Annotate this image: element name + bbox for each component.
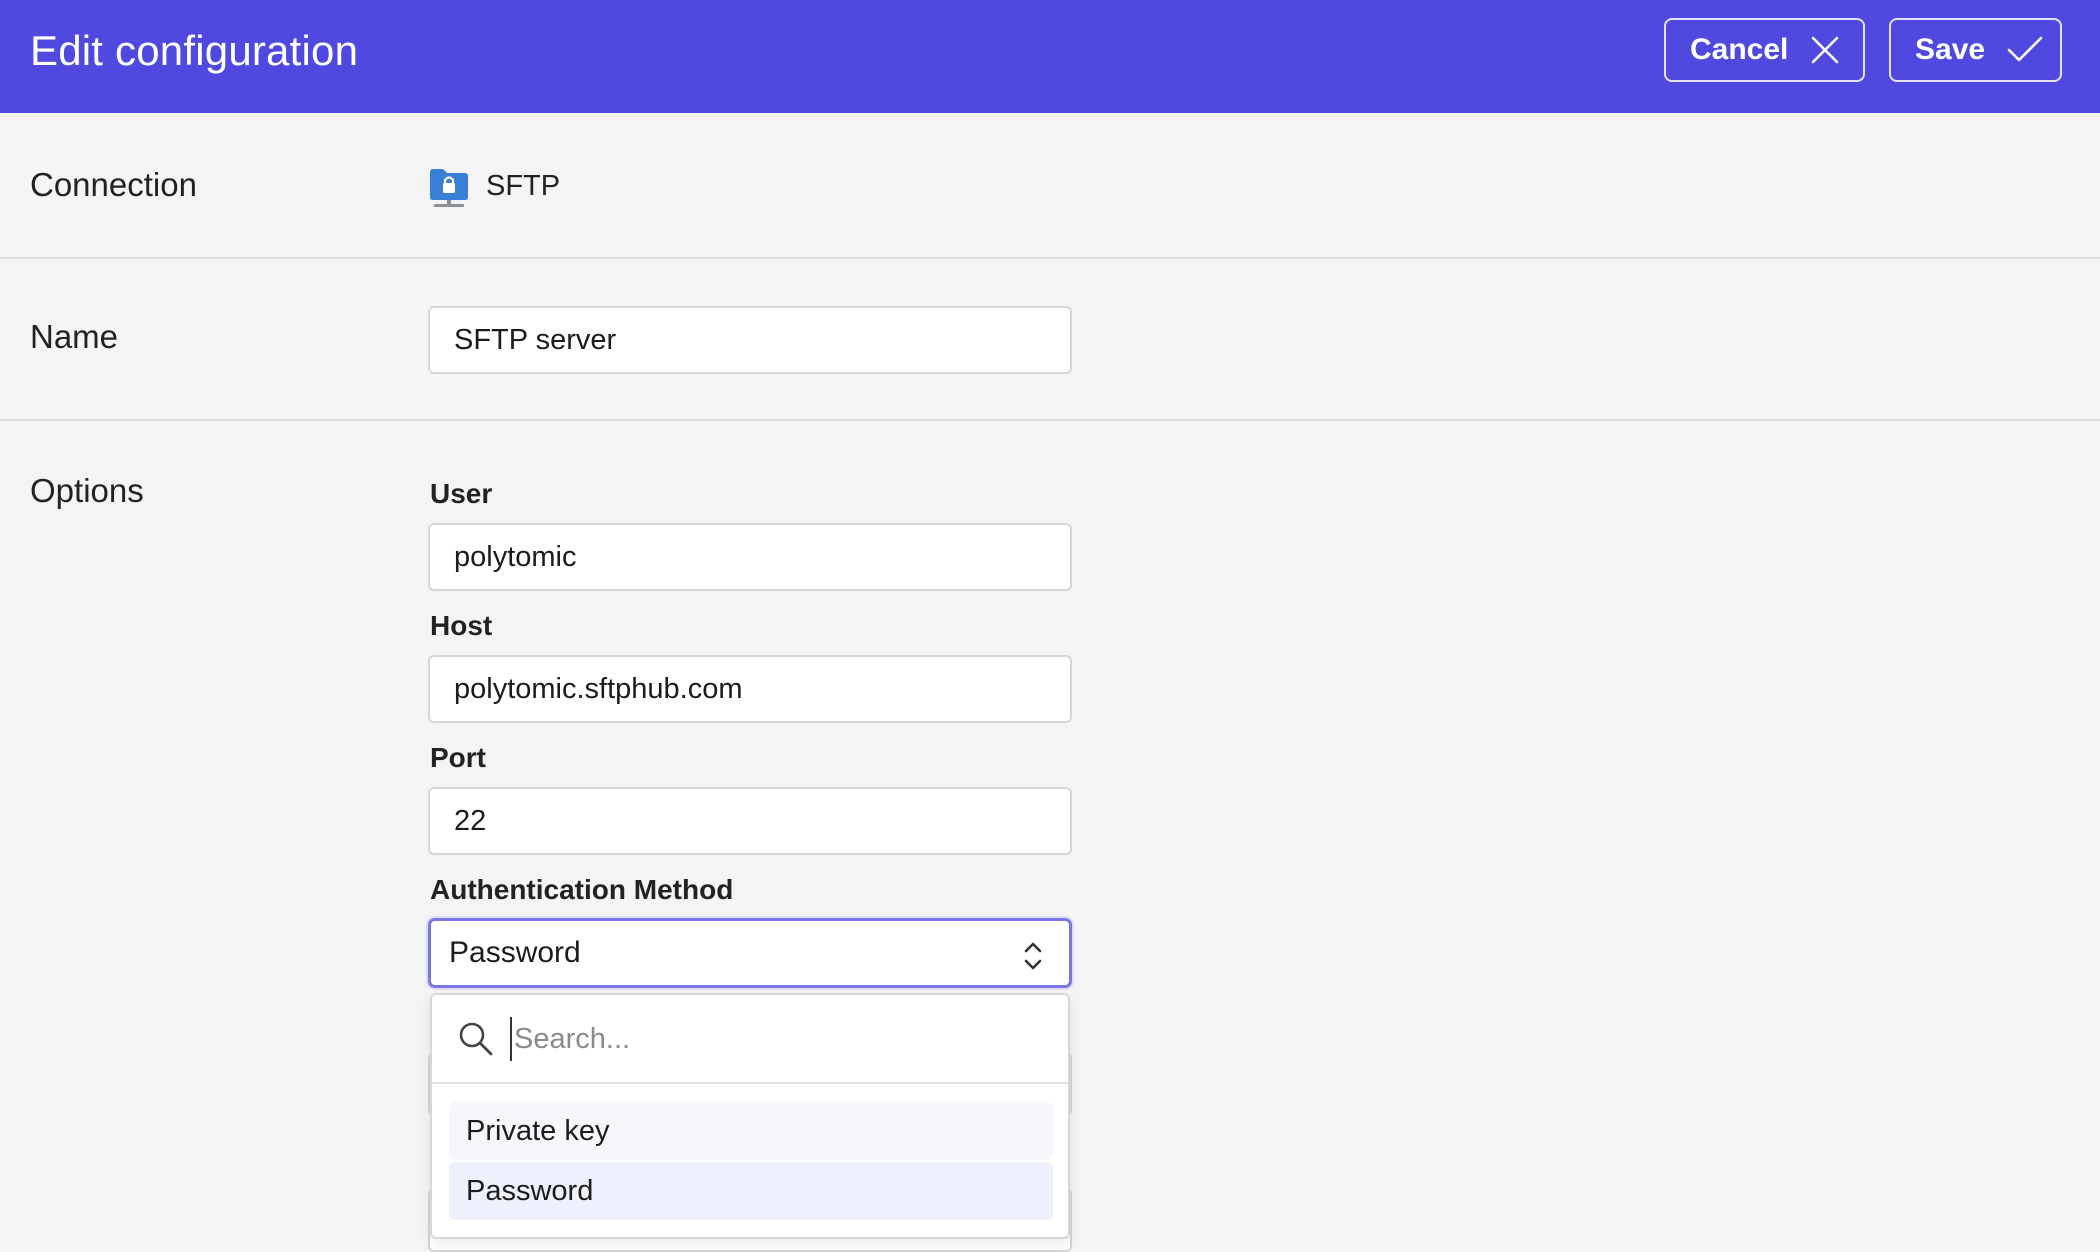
divider: [0, 257, 2100, 259]
option-label: Private key: [466, 1114, 610, 1147]
header-bar: Edit configuration Cancel Save: [0, 0, 2100, 113]
save-button-label: Save: [1915, 33, 1986, 66]
auth-method-select[interactable]: Password: [428, 918, 1072, 988]
auth-method-dropdown: Private key Password: [430, 993, 1070, 1239]
connection-label: Connection: [30, 166, 197, 203]
host-label: Host: [430, 610, 493, 641]
options-label: Options: [30, 472, 144, 509]
option-label: Password: [466, 1174, 594, 1207]
cancel-button-label: Cancel: [1690, 33, 1789, 66]
dropdown-search-input[interactable]: [510, 1017, 1030, 1061]
port-input[interactable]: 22: [428, 787, 1072, 855]
host-input[interactable]: polytomic.sftphub.com: [428, 655, 1072, 723]
sftp-folder-lock-icon: [428, 166, 470, 208]
user-label: User: [430, 478, 493, 509]
dropdown-search: [432, 995, 1068, 1084]
check-icon: [2007, 36, 2043, 64]
auth-method-selected-value: Password: [449, 936, 581, 969]
page-title: Edit configuration: [30, 27, 359, 74]
close-icon: [1810, 35, 1840, 65]
search-icon: [458, 1021, 494, 1062]
name-label: Name: [30, 318, 119, 355]
dropdown-option-password[interactable]: Password: [449, 1162, 1053, 1220]
divider: [0, 419, 2100, 421]
dropdown-option-private-key[interactable]: Private key: [449, 1102, 1053, 1160]
connection-type: SFTP: [486, 170, 561, 202]
save-button[interactable]: Save: [1889, 18, 2062, 82]
auth-method-label: Authentication Method: [430, 874, 734, 905]
chevron-up-down-icon: [1023, 939, 1043, 981]
port-label: Port: [430, 742, 486, 773]
user-input[interactable]: polytomic: [428, 523, 1072, 591]
name-input[interactable]: SFTP server: [428, 306, 1072, 374]
cancel-button[interactable]: Cancel: [1664, 18, 1865, 82]
